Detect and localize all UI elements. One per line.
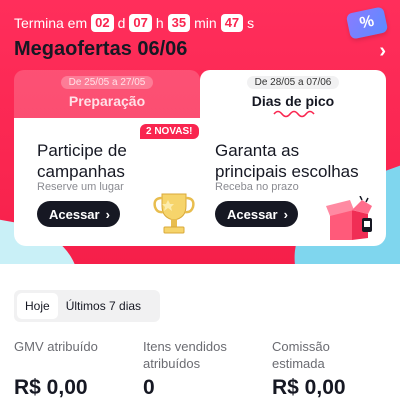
date-range-toggle: Hoje Últimos 7 dias [14,290,160,322]
phase-tab-peak-days[interactable]: De 28/05 a 07/06 Dias de pico [200,70,386,120]
countdown-hours: 07 [129,14,152,32]
gift-box-icon [326,196,372,240]
label-line: Comissão [272,339,330,354]
label-line: atribuídos [143,356,201,371]
title-line: principais escolhas [215,162,359,181]
metric-label-items-sold: Itens vendidos atribuídos [143,338,227,372]
button-label: Acessar [49,206,100,222]
phase-dates: De 25/05 a 27/05 [60,76,154,89]
label-line: estimada [272,356,325,371]
phase-tab-preparation[interactable]: De 25/05 a 27/05 Preparação [14,70,200,120]
label-line: GMV atribuído [14,339,98,354]
countdown-days: 02 [91,14,114,32]
active-underline-icon [273,110,315,118]
column-subtitle: Reserve um lugar [37,181,124,193]
button-label: Acessar [227,206,278,222]
column-title: Participe de campanhas [37,140,127,182]
chevron-right-icon: › [105,206,110,222]
title-line: Participe de [37,141,127,160]
campaign-title[interactable]: Megaofertas 06/06 [14,38,187,61]
chevron-right-icon[interactable]: › [379,40,386,63]
phase-dates: De 28/05 a 07/06 [246,76,340,89]
phase-label: Preparação [68,93,146,109]
hours-unit: h [155,15,164,31]
campaign-hero-banner: Termina em 02 d 07 h 35 min 47 s % Megao… [0,0,400,264]
title-line: campanhas [37,162,125,181]
days-unit: d [117,15,126,31]
access-campaigns-button[interactable]: Acessar › [37,201,120,227]
metric-value-gmv: R$ 0,00 [14,376,88,399]
column-title: Garanta as principais escolhas [215,140,359,182]
tab-last-7-days[interactable]: Últimos 7 dias [58,293,149,319]
access-top-picks-button[interactable]: Acessar › [215,201,298,227]
title-line: Garanta as [215,141,300,160]
seconds-unit: s [247,15,255,31]
countdown-seconds: 47 [220,14,244,32]
phase-label: Dias de pico [251,93,335,109]
metric-value-commission: R$ 0,00 [272,376,346,399]
metric-label-commission: Comissão estimada [272,338,330,372]
metric-label-gmv: GMV atribuído [14,338,98,355]
label-line: Itens vendidos [143,339,227,354]
coupon-icon: % [345,6,389,40]
trophy-icon [153,193,195,234]
tab-today[interactable]: Hoje [17,293,58,319]
metric-value-items-sold: 0 [143,376,155,399]
countdown-prefix: Termina em [14,15,88,31]
new-badge: 2 NOVAS! [140,124,199,139]
minutes-unit: min [194,15,217,31]
countdown-timer: Termina em 02 d 07 h 35 min 47 s [14,14,254,32]
chevron-right-icon: › [283,206,288,222]
column-subtitle: Receba no prazo [215,181,299,193]
countdown-minutes: 35 [167,14,191,32]
